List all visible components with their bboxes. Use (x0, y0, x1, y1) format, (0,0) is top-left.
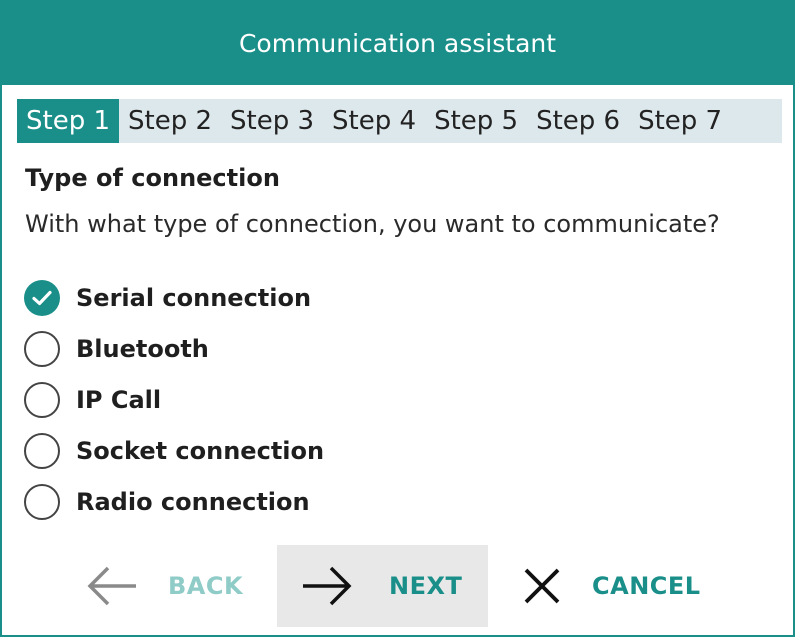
radio-unchecked-icon[interactable] (24, 330, 60, 367)
back-button[interactable]: BACK (80, 545, 260, 627)
radio-unchecked-icon[interactable] (24, 483, 60, 520)
step-tab-2[interactable]: Step 2 (119, 99, 221, 143)
option-label: Serial connection (76, 283, 312, 312)
option-label: Socket connection (76, 436, 325, 465)
next-button-label: NEXT (389, 572, 463, 600)
radio-checked-icon[interactable] (24, 279, 60, 316)
option-socket-connection[interactable]: Socket connection (24, 425, 324, 476)
arrow-left-icon (86, 564, 138, 608)
step-tab-1[interactable]: Step 1 (17, 99, 120, 143)
connection-type-radio-group: Serial connection Bluetooth IP Call Sock… (24, 272, 324, 527)
communication-assistant-dialog: Communication assistant Step 1 Step 2 St… (0, 0, 795, 637)
option-radio-connection[interactable]: Radio connection (24, 476, 324, 527)
question-text: With what type of connection, you want t… (25, 210, 720, 238)
section-title: Type of connection (25, 164, 280, 192)
radio-unchecked-icon[interactable] (24, 432, 60, 469)
dialog-title-bar: Communication assistant (2, 2, 793, 85)
option-label: Bluetooth (76, 334, 209, 363)
option-ip-call[interactable]: IP Call (24, 374, 324, 425)
dialog-footer: BACK NEXT CANCEL (2, 542, 793, 630)
option-label: IP Call (76, 385, 162, 414)
arrow-right-icon (301, 564, 353, 608)
dialog-title: Communication assistant (238, 29, 557, 58)
step-tab-4[interactable]: Step 4 (323, 99, 425, 143)
step-tab-7[interactable]: Step 7 (629, 99, 731, 143)
step-tab-6[interactable]: Step 6 (527, 99, 629, 143)
step-tab-5[interactable]: Step 5 (425, 99, 527, 143)
next-button[interactable]: NEXT (277, 545, 488, 627)
cancel-button-label: CANCEL (592, 572, 701, 600)
option-label: Radio connection (76, 487, 310, 516)
back-button-label: BACK (168, 572, 244, 600)
cancel-button[interactable]: CANCEL (512, 545, 732, 627)
step-tab-3[interactable]: Step 3 (221, 99, 323, 143)
option-bluetooth[interactable]: Bluetooth (24, 323, 324, 374)
close-icon (520, 564, 564, 608)
option-serial-connection[interactable]: Serial connection (24, 272, 324, 323)
step-navigation: Step 1 Step 2 Step 3 Step 4 Step 5 Step … (17, 99, 782, 143)
radio-unchecked-icon[interactable] (24, 381, 60, 418)
